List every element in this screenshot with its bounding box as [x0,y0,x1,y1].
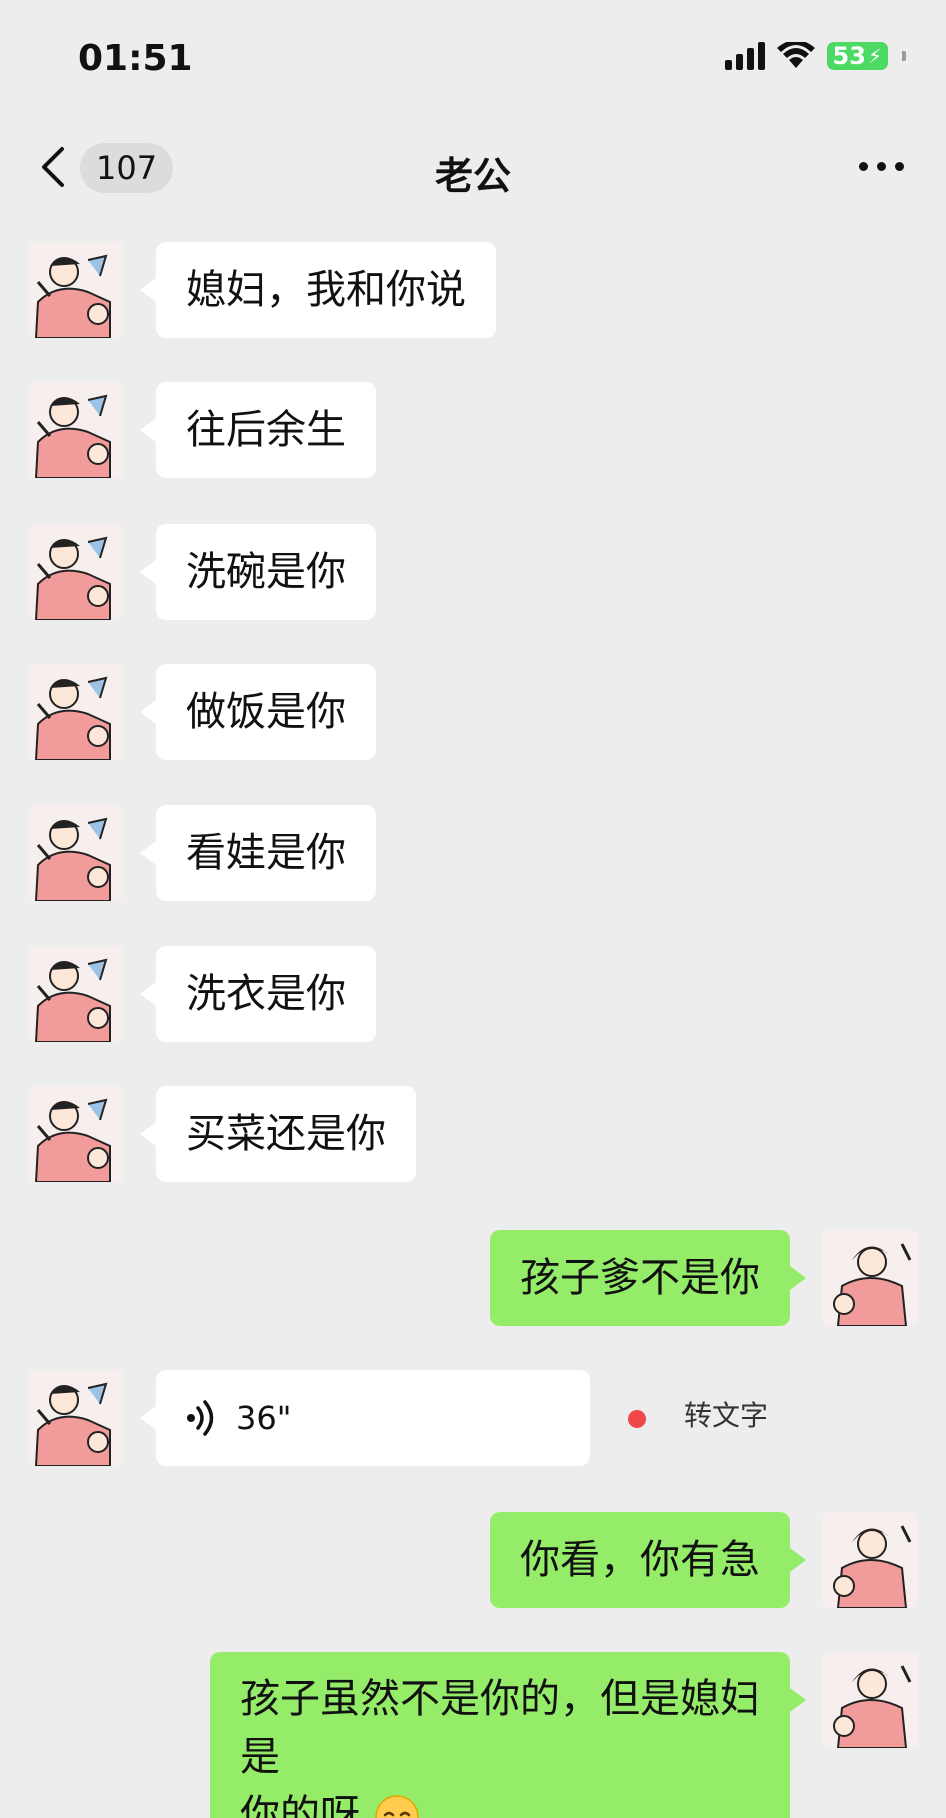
message-bubble[interactable]: 洗衣是你 [140,946,376,1042]
message-bubble[interactable]: 做饭是你 [140,664,376,760]
message-line: 你的呀 [240,1792,360,1818]
message-row: 买菜还是你 [0,1086,946,1182]
more-options-icon[interactable] [859,150,904,183]
self-avatar[interactable] [822,1230,918,1326]
message-bubble[interactable]: 孩子爹不是你 [490,1230,806,1326]
contact-avatar[interactable] [28,242,124,338]
message-row: 孩子虽然不是你的，但是媳妇是 你的呀 [0,1652,946,1818]
message-line-with-emoji: 你的呀 [240,1786,760,1818]
message-row: 你看，你有急 [0,1512,946,1608]
contact-avatar[interactable] [28,524,124,620]
message-bubble[interactable]: 看娃是你 [140,805,376,901]
self-avatar[interactable] [822,1512,918,1608]
message-row: 往后余生 [0,382,946,478]
contact-avatar[interactable] [28,946,124,1042]
message-row: 媳妇，我和你说 [0,242,946,338]
status-icons: 53 ⚡ [724,42,906,70]
message-row: 洗衣是你 [0,946,946,1042]
message-row: 做饭是你 [0,664,946,760]
self-avatar[interactable] [822,1652,918,1748]
contact-avatar[interactable] [28,664,124,760]
message-bubble[interactable]: 孩子虽然不是你的，但是媳妇是 你的呀 [210,1652,806,1818]
shy-smile-emoji-icon [374,1795,419,1818]
unread-dot [628,1410,646,1428]
message-bubble[interactable]: 往后余生 [140,382,376,478]
voice-wave-icon [187,1400,214,1436]
message-bubble[interactable]: 你看，你有急 [490,1512,806,1608]
chat-title: 老公 [434,154,511,198]
status-time: 01:51 [78,38,193,79]
contact-avatar[interactable] [28,805,124,901]
message-line: 孩子虽然不是你的，但是媳妇是 [240,1676,760,1780]
voice-duration: 36" [236,1399,292,1437]
contact-avatar[interactable] [28,1086,124,1182]
voice-message-bubble[interactable]: 36" [140,1370,590,1466]
charging-icon: ⚡ [867,44,882,68]
chat-screen: 01:51 53 ⚡ 107 老公 媳妇，我和你说 往后余生 洗碗是你 做饭是你… [0,0,946,1818]
message-bubble[interactable]: 洗碗是你 [140,524,376,620]
message-bubble[interactable]: 买菜还是你 [140,1086,416,1182]
signal-icon [724,42,765,70]
contact-avatar[interactable] [28,382,124,478]
battery-indicator: 53 ⚡ [826,42,888,70]
battery-level: 53 [832,42,866,70]
battery-tip [902,51,906,61]
message-row: 孩子爹不是你 [0,1230,946,1326]
message-row: 洗碗是你 [0,524,946,620]
message-row: 看娃是你 [0,805,946,901]
message-bubble[interactable]: 媳妇，我和你说 [140,242,496,338]
wifi-icon [776,42,815,68]
contact-avatar[interactable] [28,1370,124,1466]
convert-to-text-button[interactable]: 转文字 [684,1394,768,1434]
message-row: 36" 转文字 [0,1370,946,1466]
